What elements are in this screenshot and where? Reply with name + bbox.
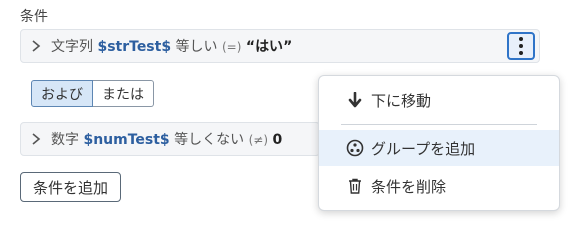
logic-and-button[interactable]: および (31, 80, 93, 107)
options-menu: 下に移動 グループを追加 条件を削除 (318, 75, 560, 211)
condition-2-type: 数字 (51, 132, 79, 148)
menu-divider (341, 124, 537, 125)
arrow-down-icon (345, 92, 365, 108)
kebab-dot (519, 37, 523, 41)
condition-2-op-symbol: (≠) (248, 133, 268, 147)
condition-1-operator: 等しい (175, 39, 218, 55)
condition-2-operator: 等しくない (174, 132, 245, 148)
logic-or-button[interactable]: または (93, 80, 154, 107)
menu-item-label: グループを追加 (371, 139, 476, 158)
condition-1-value: はい (255, 39, 284, 55)
condition-1-text: 文字列 $strTest$ 等しい (=) “はい” (51, 36, 292, 56)
condition-row-1[interactable]: 文字列 $strTest$ 等しい (=) “はい” (20, 29, 540, 63)
condition-row-2[interactable]: 数字 $numTest$ 等しくない (≠) 0 (20, 122, 320, 156)
menu-item-add-group[interactable]: グループを追加 (319, 130, 559, 166)
condition-1-type: 文字列 (51, 39, 93, 55)
section-label: 条件 (20, 9, 48, 25)
add-condition-button[interactable]: 条件を追加 (20, 172, 122, 202)
menu-item-delete-condition[interactable]: 条件を削除 (319, 168, 559, 204)
condition-1-quote-close: ” (283, 39, 293, 55)
condition-2-variable: $numTest$ (83, 132, 170, 148)
condition-1-op-symbol: (=) (221, 40, 242, 54)
condition-2-value: 0 (272, 132, 283, 148)
trash-icon (345, 178, 365, 194)
menu-item-move-down[interactable]: 下に移動 (319, 82, 559, 118)
condition-2-text: 数字 $numTest$ 等しくない (≠) 0 (51, 129, 282, 149)
condition-1-variable: $strTest$ (97, 39, 172, 55)
group-add-icon (345, 139, 365, 157)
chevron-right-icon[interactable] (21, 133, 51, 145)
more-options-button[interactable] (507, 32, 535, 60)
menu-item-label: 下に移動 (371, 91, 432, 110)
conditions-panel: 条件 文字列 $strTest$ 等しい (=) “はい” および または 数字… (0, 0, 580, 230)
kebab-dot (519, 44, 523, 48)
kebab-dot (519, 51, 523, 55)
menu-item-label: 条件を削除 (371, 177, 447, 196)
logic-toggle: および または (31, 80, 154, 107)
condition-1-quote-open: “ (245, 39, 256, 55)
chevron-right-icon[interactable] (21, 40, 51, 52)
